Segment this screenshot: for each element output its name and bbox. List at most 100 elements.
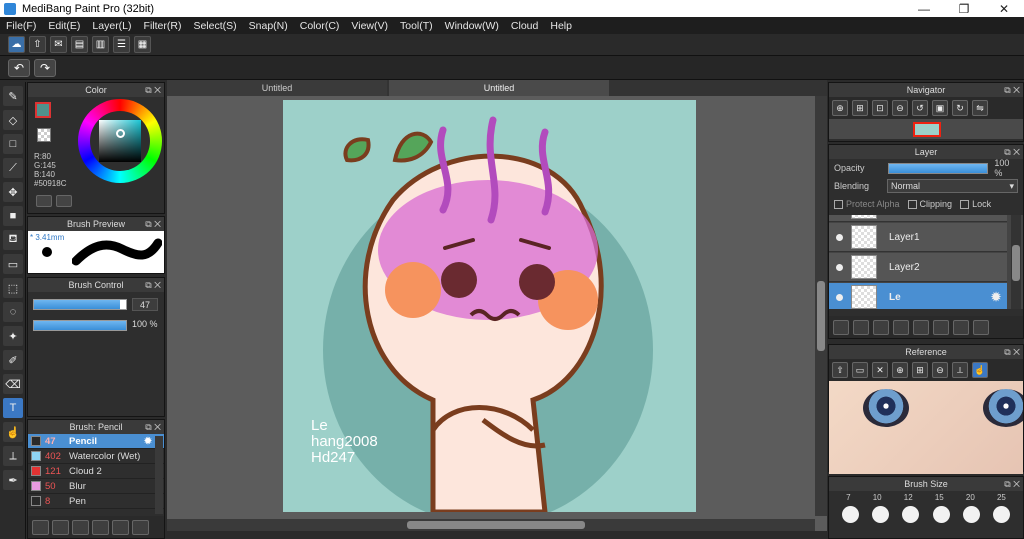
eyedropper-icon[interactable]: ⟂ [952, 362, 968, 378]
fill-rect-tool-icon[interactable]: ■ [3, 206, 23, 226]
eraser-tool-icon[interactable]: ◇ [3, 110, 23, 130]
vertical-scroll-thumb[interactable] [817, 281, 825, 351]
menu-select[interactable]: Select(S) [187, 20, 242, 32]
visibility-icon[interactable] [836, 293, 843, 301]
brush-folder-icon[interactable] [112, 519, 129, 535]
brush-opacity-slider[interactable] [33, 320, 127, 331]
color-settings-icon[interactable] [56, 195, 72, 207]
panel-controls-icon[interactable]: ⧉ ✕ [145, 278, 161, 292]
message-icon[interactable]: ▤ [71, 36, 88, 53]
gear-icon[interactable]: ✹ [991, 290, 1001, 304]
move-tool-icon[interactable]: ✥ [3, 182, 23, 202]
horizontal-scroll-thumb[interactable] [407, 521, 585, 529]
visibility-icon[interactable] [836, 263, 843, 271]
saturation-square[interactable] [99, 120, 141, 162]
brush-size-20[interactable]: 20 [966, 493, 975, 502]
layer-item-le[interactable]: Le ✹ [829, 283, 1007, 309]
brush-list-item[interactable]: 121 Cloud 2 [28, 464, 164, 479]
background-color-swatch[interactable] [37, 128, 51, 142]
new-brush-icon[interactable] [52, 519, 69, 535]
new-layer-2-icon[interactable] [853, 319, 869, 335]
upload-icon[interactable]: ⇧ [29, 36, 46, 53]
merge-layer-icon[interactable] [953, 319, 969, 335]
bucket-tool-icon[interactable]: ⛾ [3, 230, 23, 250]
zoom-fit-icon[interactable]: ⊞ [912, 362, 928, 378]
menu-view[interactable]: View(V) [345, 20, 394, 32]
panel-controls-icon[interactable]: ⧉ ✕ [1004, 145, 1020, 159]
list-icon[interactable]: ☰ [113, 36, 130, 53]
duplicate-layer-icon[interactable] [933, 319, 949, 335]
panel-controls-icon[interactable]: ⧉ ✕ [1004, 345, 1020, 359]
layer-opacity-slider[interactable] [887, 162, 989, 174]
brush-size-15[interactable]: 15 [935, 493, 944, 502]
text-tool-icon[interactable]: T [3, 398, 23, 418]
new-layer-3-icon[interactable] [873, 319, 889, 335]
brush-size-slider[interactable] [33, 299, 127, 310]
menu-layer[interactable]: Layer(L) [86, 20, 137, 32]
select-eraser-tool-icon[interactable]: ⌫ [3, 374, 23, 394]
rect-tool-icon[interactable]: □ [3, 134, 23, 154]
zoom-in-icon[interactable]: ⊕ [832, 100, 848, 116]
zoom-out-icon[interactable]: ⊖ [892, 100, 908, 116]
clipping-option[interactable]: Clipping [907, 199, 952, 210]
brush-size-12[interactable]: 12 [904, 493, 913, 502]
brush-upload-icon[interactable] [32, 519, 49, 535]
eyedropper-tool-icon[interactable]: ⟂ [3, 446, 23, 466]
layer-item-layer1[interactable]: Layer1 [829, 223, 1007, 252]
magic-wand-tool-icon[interactable]: ✦ [3, 326, 23, 346]
brush-size-10[interactable]: 10 [873, 493, 882, 502]
reference-image[interactable] [829, 381, 1023, 474]
panel-controls-icon[interactable]: ⧉ ✕ [1004, 83, 1020, 97]
zoom-fit-icon[interactable]: ⊞ [852, 100, 868, 116]
tab-untitled-1[interactable]: Untitled [167, 80, 387, 96]
panel-controls-icon[interactable]: ⧉ ✕ [145, 217, 161, 231]
clipping-checkbox[interactable] [907, 200, 917, 210]
drawing-canvas[interactable]: Le hang2008 Hd247 [283, 100, 696, 512]
menu-filter[interactable]: Filter(R) [138, 20, 188, 32]
brush-size-dot[interactable] [871, 506, 889, 523]
document-icon[interactable]: ▥ [92, 36, 109, 53]
upload-reference-icon[interactable]: ⇧ [832, 362, 848, 378]
fit-window-icon[interactable]: ▣ [932, 100, 948, 116]
color-wheel[interactable] [78, 99, 162, 183]
navigator-preview[interactable] [829, 119, 1023, 139]
foreground-color-swatch[interactable] [35, 102, 51, 118]
delete-layer-icon[interactable] [973, 319, 989, 335]
brush-settings-icon[interactable] [92, 519, 109, 535]
color-picker-handle[interactable] [116, 129, 125, 138]
menu-color[interactable]: Color(C) [294, 20, 346, 32]
menu-edit[interactable]: Edit(E) [42, 20, 86, 32]
layer-item-partial[interactable] [829, 215, 1007, 222]
layer-add-menu-icon[interactable] [893, 319, 909, 335]
flip-icon[interactable]: ⇋ [972, 100, 988, 116]
open-reference-icon[interactable]: ▭ [852, 362, 868, 378]
brush-size-dot[interactable] [932, 506, 950, 523]
tab-untitled-2[interactable]: Untitled [389, 80, 609, 96]
layer-folder-icon[interactable] [913, 319, 929, 335]
rotate-left-icon[interactable]: ↺ [912, 100, 928, 116]
brush-copy-icon[interactable] [132, 519, 149, 535]
maximize-button[interactable]: ❐ [944, 2, 984, 16]
zoom-out-icon[interactable]: ⊖ [932, 362, 948, 378]
dot-tool-icon[interactable]: ⟋ [3, 158, 23, 178]
zoom-actual-icon[interactable]: ⊡ [872, 100, 888, 116]
undo-icon[interactable]: ↶ [8, 58, 30, 77]
lasso-tool-icon[interactable]: ◌ [3, 302, 23, 322]
protect-alpha-checkbox[interactable] [834, 200, 843, 210]
menu-snap[interactable]: Snap(N) [243, 20, 294, 32]
menu-file[interactable]: File(F) [0, 20, 42, 32]
close-reference-icon[interactable]: ✕ [872, 362, 888, 378]
menu-window[interactable]: Window(W) [439, 20, 505, 32]
new-layer-icon[interactable] [833, 319, 849, 335]
brush-list-item[interactable]: 8 Pen [28, 494, 164, 509]
brush-size-25[interactable]: 25 [997, 493, 1006, 502]
navigator-thumbnail[interactable] [913, 122, 941, 137]
canvas-horizontal-scrollbar[interactable] [167, 519, 815, 531]
comment-icon[interactable]: ✉ [50, 36, 67, 53]
select-tool-icon[interactable]: ⬚ [3, 278, 23, 298]
palette-icon[interactable] [36, 195, 52, 207]
layer-item-layer2[interactable]: Layer2 [829, 253, 1007, 282]
brush-list-item[interactable]: 47 Pencil ✹ [28, 434, 164, 449]
brush-tool-icon[interactable]: ✎ [3, 86, 23, 106]
rotate-right-icon[interactable]: ↻ [952, 100, 968, 116]
